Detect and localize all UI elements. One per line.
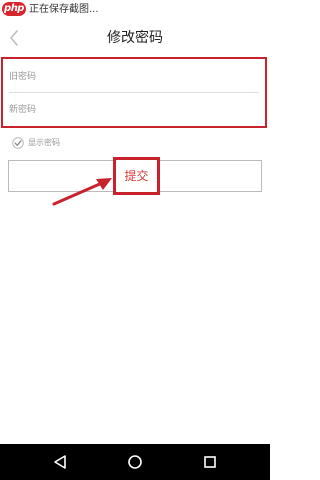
status-notification-text: 正在保存截图... <box>29 4 99 15</box>
submit-button[interactable]: 提交 <box>113 157 160 195</box>
triangle-back-icon[interactable] <box>51 453 69 471</box>
square-recent-icon[interactable] <box>201 453 219 471</box>
submit-area: 提交 <box>8 157 262 195</box>
php-logo: php <box>2 2 26 16</box>
field-divider <box>9 92 259 93</box>
page-title: 修改密码 <box>107 30 163 46</box>
circle-home-icon[interactable] <box>126 453 144 471</box>
chevron-left-icon[interactable] <box>4 26 24 50</box>
show-password-label: 显示密码 <box>28 138 60 147</box>
navigation-bar <box>0 444 270 480</box>
status-bar: php 正在保存截图... <box>0 0 270 20</box>
old-password-input[interactable] <box>9 61 257 93</box>
header: 修改密码 <box>0 20 270 56</box>
password-fields-highlight <box>1 57 267 128</box>
new-password-input[interactable] <box>9 94 257 126</box>
checkbox-checked-icon[interactable] <box>12 137 24 149</box>
arrow-annotation-icon <box>52 178 112 206</box>
